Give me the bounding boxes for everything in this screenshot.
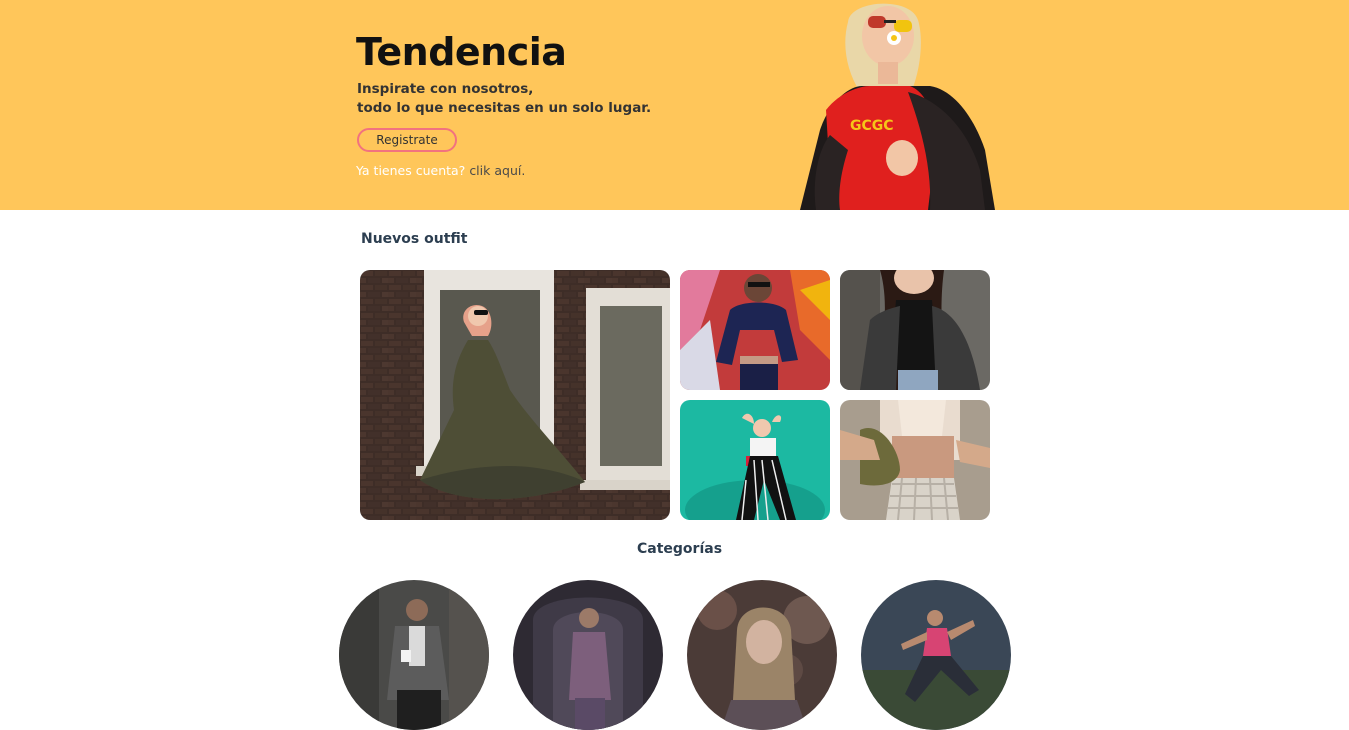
login-prompt: Ya tienes cuenta? clik aquí. xyxy=(356,163,525,178)
new-outfits-title: Nuevos outfit xyxy=(361,231,468,247)
outfit-photo-2[interactable] xyxy=(680,270,830,390)
hero-title: Tendencia xyxy=(356,30,567,74)
register-button[interactable]: Registrate xyxy=(357,128,457,152)
login-question: Ya tienes cuenta? xyxy=(356,163,466,178)
outfit-photo-main[interactable] xyxy=(360,270,670,520)
category-circle-3[interactable] xyxy=(687,580,837,730)
category-circle-2[interactable] xyxy=(513,580,663,730)
category-circle-4[interactable] xyxy=(861,580,1011,730)
outfit-photo-main-image xyxy=(360,270,670,520)
outfit-photo-5-image xyxy=(840,400,990,520)
outfit-photo-3[interactable] xyxy=(840,270,990,390)
outfit-photo-4[interactable] xyxy=(680,400,830,520)
hero-banner: Tendencia Inspirate con nosotros, todo l… xyxy=(0,0,1349,210)
hero-model-image: GCGC xyxy=(800,3,995,210)
login-link[interactable]: clik aquí. xyxy=(469,163,525,178)
outfit-photo-3-image xyxy=(840,270,990,390)
category-photo-1 xyxy=(339,580,489,730)
hero-subtitle-line1: Inspirate con nosotros, xyxy=(357,81,534,97)
category-photo-4 xyxy=(861,580,1011,730)
outfit-photo-4-image xyxy=(680,400,830,520)
category-photo-3 xyxy=(687,580,837,730)
hero-subtitle: Inspirate con nosotros, todo lo que nece… xyxy=(357,80,651,118)
category-circle-1[interactable] xyxy=(339,580,489,730)
category-photo-2 xyxy=(513,580,663,730)
outfit-photo-5[interactable] xyxy=(840,400,990,520)
categories-title: Categorías xyxy=(637,541,723,557)
hero-subtitle-line2: todo lo que necesitas en un solo lugar. xyxy=(357,100,652,116)
outfit-photo-2-image xyxy=(680,270,830,390)
svg-text:GCGC: GCGC xyxy=(850,118,894,134)
